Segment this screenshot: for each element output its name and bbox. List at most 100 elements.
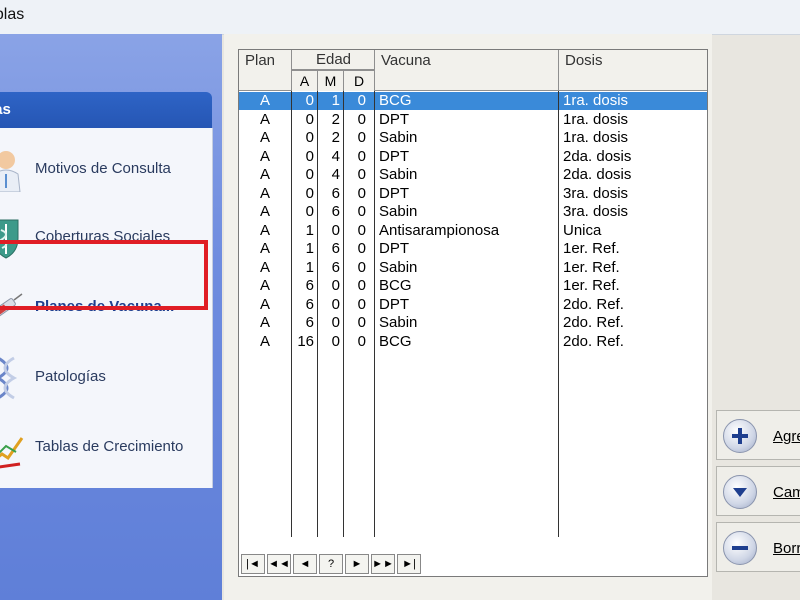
cell-m: 0	[331, 332, 340, 350]
cell-dosis: 1er. Ref.	[563, 240, 620, 257]
cell-a: 1	[305, 221, 314, 239]
record-navigator: |◄ ◄◄ ◄ ? ► ►► ►|	[241, 554, 421, 574]
next-record-button[interactable]: ►	[345, 554, 369, 574]
title-bar: ablas	[0, 0, 800, 35]
column-header-plan[interactable]: Plan	[239, 50, 292, 91]
table-row[interactable]: A 0 6 0 Sabin 3ra. dosis	[239, 203, 707, 221]
cell-plan: A	[259, 147, 270, 165]
sidebar-item-patologias[interactable]: Patologías	[0, 348, 212, 408]
table-row[interactable]: A 0 2 0 Sabin 1ra. dosis	[239, 129, 707, 147]
table-row[interactable]: A 6 0 0 Sabin 2do. Ref.	[239, 314, 707, 332]
cell-d: 0	[357, 129, 366, 146]
cell-d: 0	[357, 314, 366, 331]
cell-vacuna: BCG	[379, 332, 412, 350]
cell-plan: A	[259, 332, 270, 350]
next-page-button[interactable]: ►►	[371, 554, 395, 574]
table-row[interactable]: A 1 6 0 Sabin 1er. Ref.	[239, 259, 707, 277]
sidebar-item-label: Tablas de Crecimiento	[35, 438, 184, 455]
table-row[interactable]: A 1 6 0 DPT 1er. Ref.	[239, 240, 707, 258]
cell-dosis: 3ra. dosis	[563, 203, 629, 220]
last-record-button[interactable]: ►|	[397, 554, 421, 574]
sidebar-item-tablas-de-crecimiento[interactable]: Tablas de Crecimiento	[0, 418, 212, 478]
table-row[interactable]: A 0 4 0 DPT 2da. dosis	[239, 148, 707, 166]
cell-vacuna: Sabin	[379, 314, 418, 331]
previous-record-button[interactable]: ◄	[293, 554, 317, 574]
cell-plan: A	[259, 184, 270, 202]
cell-m: 6	[331, 184, 340, 202]
column-divider	[291, 91, 292, 537]
cell-m: 1	[331, 92, 340, 109]
search-button[interactable]: ?	[319, 554, 343, 574]
cell-dosis: 1ra. dosis	[563, 110, 629, 128]
cell-vacuna: DPT	[379, 147, 409, 165]
column-header-d[interactable]: D	[344, 70, 375, 91]
cell-plan: A	[259, 203, 270, 220]
cell-plan: A	[259, 240, 270, 257]
cell-d: 0	[357, 184, 366, 202]
cell-a: 0	[305, 92, 314, 109]
cell-a: 0	[305, 110, 314, 128]
cell-vacuna: DPT	[379, 240, 409, 257]
column-header-a[interactable]: A	[292, 70, 318, 91]
cell-d: 0	[357, 277, 366, 294]
column-header-dosis[interactable]: Dosis	[559, 50, 707, 91]
cell-vacuna: Antisarampionosa	[379, 221, 500, 239]
cell-m: 6	[331, 203, 340, 220]
cell-d: 0	[357, 147, 366, 165]
cell-a: 0	[305, 129, 314, 146]
change-button[interactable]: Cam	[716, 466, 800, 516]
window-title: ablas	[0, 6, 25, 23]
sidebar-group-header[interactable]: las	[0, 92, 212, 128]
cell-plan: A	[259, 314, 270, 331]
delete-button[interactable]: Borr	[716, 522, 800, 572]
header-label: Plan	[245, 52, 276, 69]
cell-vacuna: Sabin	[379, 129, 418, 146]
previous-page-button[interactable]: ◄◄	[267, 554, 291, 574]
cell-d: 0	[357, 166, 366, 183]
cell-vacuna: Sabin	[379, 203, 418, 220]
cell-a: 1	[305, 240, 314, 257]
table-row[interactable]: A 0 1 0 BCG 1ra. dosis	[239, 92, 707, 110]
column-header-edad: Edad	[292, 50, 375, 70]
table-row[interactable]: A 0 4 0 Sabin 2da. dosis	[239, 166, 707, 184]
cell-vacuna: DPT	[379, 110, 409, 128]
cell-vacuna: BCG	[379, 92, 412, 109]
add-button-label: Agre	[773, 428, 800, 445]
change-button-label: Cam	[773, 484, 800, 501]
sidebar-item-label: Motivos de Consulta	[35, 160, 171, 177]
table-row[interactable]: A 0 2 0 DPT 1ra. dosis	[239, 111, 707, 129]
minus-icon	[723, 531, 757, 565]
sidebar-panel: las Motivos de Consulta Coberturas Socia…	[0, 34, 222, 600]
cell-m: 0	[331, 295, 340, 313]
vaccine-plan-grid[interactable]: Plan Edad A M D Vacuna Dosis A 0 1 0 BCG 1ra.…	[238, 49, 708, 577]
cell-m: 4	[331, 147, 340, 165]
cell-a: 6	[305, 295, 314, 313]
cell-a: 0	[305, 147, 314, 165]
cell-dosis: 2do. Ref.	[563, 332, 624, 350]
column-divider	[317, 91, 318, 537]
cell-vacuna: DPT	[379, 184, 409, 202]
column-header-vacuna[interactable]: Vacuna	[375, 50, 559, 91]
header-label: Vacuna	[381, 52, 431, 69]
table-row[interactable]: A 16 0 0 BCG 2do. Ref.	[239, 333, 707, 351]
table-row[interactable]: A 6 0 0 BCG 1er. Ref.	[239, 277, 707, 295]
cell-plan: A	[259, 129, 270, 146]
table-row[interactable]: A 6 0 0 DPT 2do. Ref.	[239, 296, 707, 314]
plus-icon	[723, 419, 757, 453]
table-row[interactable]: A 0 6 0 DPT 3ra. dosis	[239, 185, 707, 203]
cell-dosis: 1ra. dosis	[563, 129, 629, 146]
table-row[interactable]: A 1 0 0 Antisarampionosa Unica	[239, 222, 707, 240]
column-header-m[interactable]: M	[318, 70, 344, 91]
first-record-button[interactable]: |◄	[241, 554, 265, 574]
cell-d: 0	[357, 221, 366, 239]
cell-m: 2	[331, 110, 340, 128]
cell-d: 0	[357, 110, 366, 128]
cell-d: 0	[357, 258, 366, 276]
cell-dosis: 1ra. dosis	[563, 92, 629, 109]
add-button[interactable]: Agre	[716, 410, 800, 460]
cell-plan: A	[259, 221, 270, 239]
column-divider	[558, 91, 559, 537]
cell-plan: A	[259, 295, 270, 313]
sidebar-item-motivos-de-consulta[interactable]: Motivos de Consulta	[0, 140, 212, 200]
cell-a: 6	[305, 314, 314, 331]
